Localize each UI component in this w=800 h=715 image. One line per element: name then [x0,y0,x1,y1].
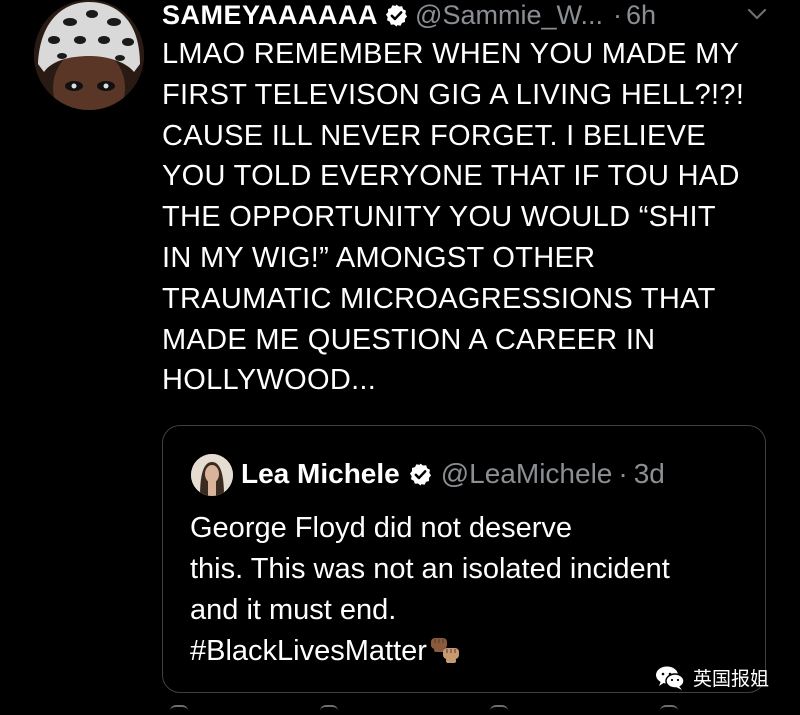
tweet-actions-partial [170,703,690,715]
verified-badge-icon [386,4,408,26]
quoted-tweet[interactable]: Lea Michele @LeaMichele · 3d George Floy… [162,425,766,693]
reply-icon[interactable] [170,705,188,715]
verified-badge-icon [409,463,431,485]
author-handle[interactable]: @Sammie_W... [415,0,603,30]
tweet-header: SAMEYAAAAAA @Sammie_W... · 6h [162,0,656,30]
chevron-down-icon[interactable] [745,4,769,24]
wechat-icon [656,666,685,690]
tweet[interactable]: SAMEYAAAAAA @Sammie_W... · 6h LMAO REMEM… [0,0,800,715]
tweet-timestamp[interactable]: 6h [626,0,656,30]
raised-fist-icon [430,638,459,663]
share-icon[interactable] [660,705,678,715]
quoted-avatar-photo [191,454,233,496]
quoted-separator: · [618,458,628,489]
like-icon[interactable] [490,705,508,715]
quoted-tweet-header: Lea Michele @LeaMichele · 3d [241,456,665,492]
quoted-tweet-text-block: George Floyd did not deserve this. This … [190,508,750,672]
quoted-display-name[interactable]: Lea Michele [241,458,400,490]
quoted-author-avatar[interactable] [191,454,233,496]
header-separator: · [612,0,622,30]
tweet-text: LMAO REMEMBER WHEN YOU MADE MY FIRST TEL… [162,38,745,397]
quoted-timestamp[interactable]: 3d [634,458,665,490]
author-display-name[interactable]: SAMEYAAAAAA [162,0,378,30]
avatar-leopard-hat [34,0,144,110]
watermark-label: 英国报姐 [693,669,770,690]
retweet-icon[interactable] [320,705,338,715]
author-avatar[interactable] [34,0,144,110]
quoted-handle[interactable]: @LeaMichele [441,458,613,490]
watermark: 英国报姐 [655,664,769,691]
